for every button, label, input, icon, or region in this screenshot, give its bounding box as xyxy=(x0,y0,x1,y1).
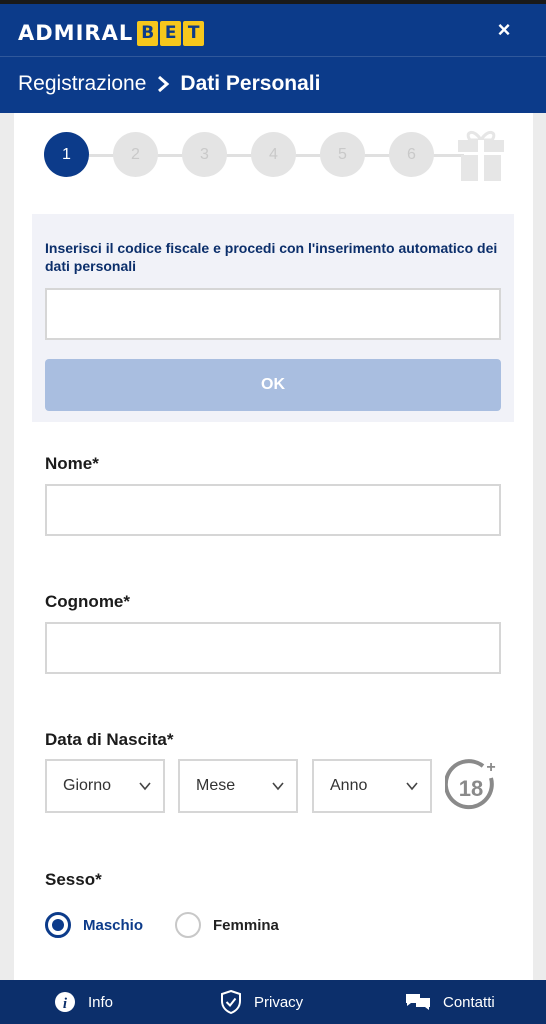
step-2: 2 xyxy=(113,132,158,177)
logo-letter: T xyxy=(183,20,205,46)
cognome-label: Cognome* xyxy=(45,592,130,611)
breadcrumb-current: Dati Personali xyxy=(180,72,321,95)
footer-info-link[interactable]: i Info xyxy=(54,980,113,1024)
footer-info-label: Info xyxy=(88,993,114,1011)
chat-bubbles-icon xyxy=(406,994,430,1010)
logo-letter: E xyxy=(160,20,182,46)
chevron-down-icon xyxy=(272,782,284,791)
footer-contatti-link[interactable]: Contatti xyxy=(405,980,495,1024)
codice-fiscale-instructions: Inserisci il codice fiscale e procedi co… xyxy=(45,240,498,274)
age-18-plus-icon: 18 + xyxy=(445,759,496,810)
registration-stepper: 1 2 3 4 5 6 xyxy=(44,131,504,181)
sesso-label: Sesso* xyxy=(45,870,102,889)
logo-letter: B xyxy=(137,20,159,46)
anno-select-value: Anno xyxy=(330,777,368,794)
footer-bar: i Info Privacy Contatti xyxy=(0,980,546,1024)
mese-select[interactable]: Mese xyxy=(178,759,298,813)
step-4: 4 xyxy=(251,132,296,177)
giorno-select-value: Giorno xyxy=(63,777,112,794)
logo-text-bet: B E T xyxy=(137,20,206,46)
header: ADMIRAL B E T × Registrazione Dati Perso… xyxy=(0,4,546,113)
footer-contatti-label: Contatti xyxy=(443,993,495,1011)
radio-femmina[interactable]: Femmina xyxy=(175,912,279,938)
step-6: 6 xyxy=(389,132,434,177)
radio-button-checked[interactable] xyxy=(45,912,71,938)
breadcrumb-parent[interactable]: Registrazione xyxy=(18,72,146,96)
close-button[interactable]: × xyxy=(492,18,516,42)
ok-button[interactable]: OK xyxy=(45,359,501,411)
giorno-select[interactable]: Giorno xyxy=(45,759,165,813)
radio-label-femmina: Femmina xyxy=(213,916,279,934)
info-icon: i xyxy=(55,992,75,1012)
admiralbet-logo: ADMIRAL B E T xyxy=(18,19,206,47)
radio-label-maschio: Maschio xyxy=(83,916,144,934)
registration-form-panel: 1 2 3 4 5 6 Inserisci il codice fiscale … xyxy=(14,113,533,980)
svg-text:+: + xyxy=(486,759,495,776)
anno-select[interactable]: Anno xyxy=(312,759,432,813)
cognome-input[interactable] xyxy=(45,622,501,674)
sesso-radio-group: Maschio Femmina xyxy=(45,912,311,938)
svg-text:18: 18 xyxy=(459,776,483,801)
mese-select-value: Mese xyxy=(196,777,236,794)
chevron-down-icon xyxy=(406,782,418,791)
codice-fiscale-input[interactable] xyxy=(45,288,501,340)
breadcrumb: Registrazione Dati Personali xyxy=(18,72,320,96)
header-divider xyxy=(0,56,546,57)
nome-label: Nome* xyxy=(45,454,99,473)
logo-text-admiral: ADMIRAL xyxy=(18,21,134,45)
data-nascita-label: Data di Nascita* xyxy=(45,730,174,749)
radio-button-unchecked[interactable] xyxy=(175,912,202,938)
codice-fiscale-section: Inserisci il codice fiscale e procedi co… xyxy=(32,214,514,422)
radio-maschio[interactable]: Maschio xyxy=(45,912,143,938)
nome-input[interactable] xyxy=(45,484,501,536)
chevron-right-icon xyxy=(158,75,170,93)
footer-privacy-label: Privacy xyxy=(254,993,304,1011)
gift-icon xyxy=(458,131,504,181)
step-5: 5 xyxy=(320,132,365,177)
shield-check-icon xyxy=(221,990,241,1014)
step-1: 1 xyxy=(44,132,89,177)
chevron-down-icon xyxy=(139,782,151,791)
footer-privacy-link[interactable]: Privacy xyxy=(220,980,303,1024)
step-3: 3 xyxy=(182,132,227,177)
